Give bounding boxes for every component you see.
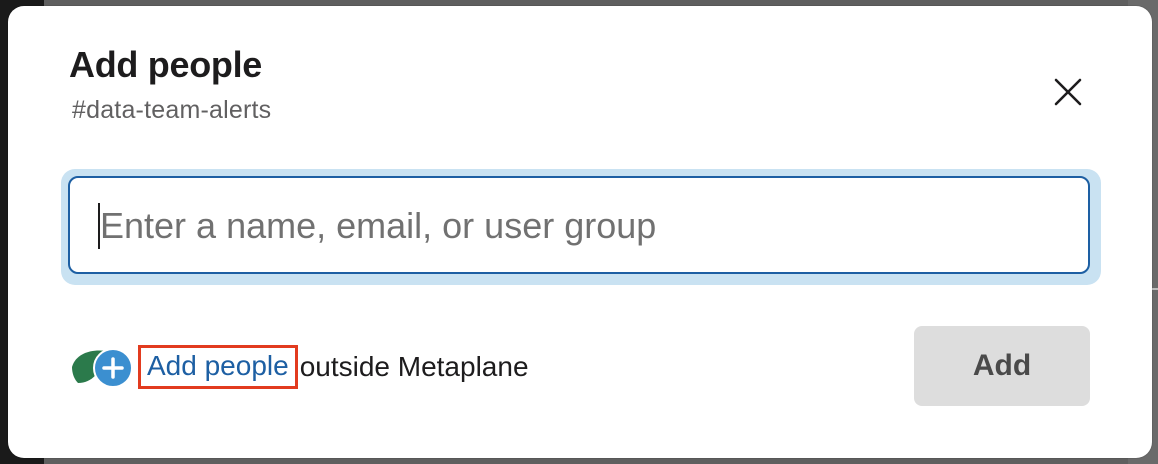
channel-name: #data-team-alerts [72,96,272,124]
close-button[interactable] [1044,68,1092,116]
dialog-title: Add people [69,44,262,85]
add-people-dialog: Add people #data-team-alerts Add people [8,6,1152,458]
close-icon [1054,78,1082,106]
plus-circle-icon [93,348,133,388]
external-invite-text: outside Metaplane [299,351,529,382]
search-input-focus-ring [61,169,1101,285]
search-input-container[interactable] [68,176,1090,274]
external-invite-row: Add people outside Metaplane [70,342,529,392]
add-people-link[interactable]: Add people [147,350,289,381]
highlight-box: Add people [138,345,298,389]
external-invite-icons [70,345,134,389]
search-input[interactable] [98,178,1062,274]
text-caret [98,203,100,249]
add-button[interactable]: Add [914,326,1090,406]
